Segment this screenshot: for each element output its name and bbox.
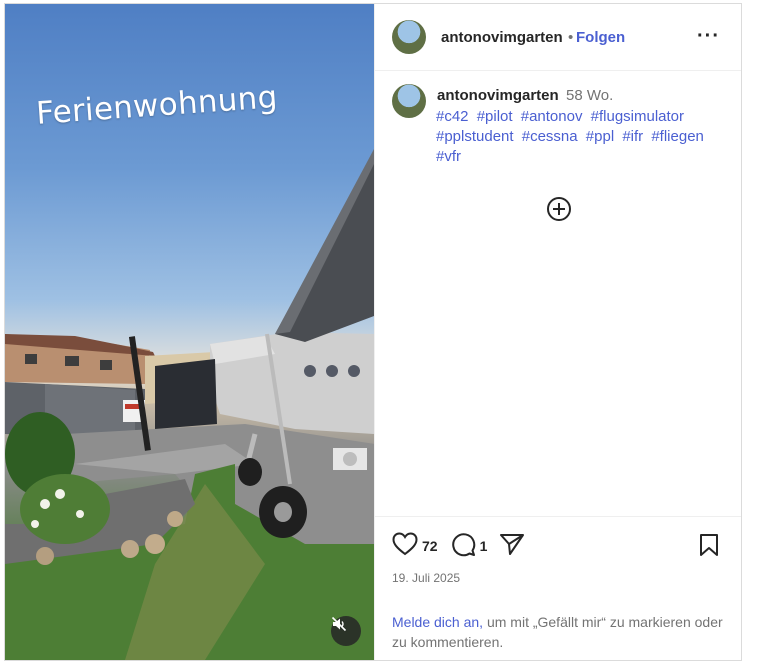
like-button[interactable] (392, 531, 418, 561)
more-options-button[interactable]: ··· (697, 25, 720, 48)
heart-icon (392, 531, 418, 555)
login-link[interactable]: Melde dich an, (392, 614, 483, 630)
action-bar: 72 1 (392, 531, 525, 562)
comment-bubble-icon (451, 532, 475, 556)
post-side-panel: antonovimgarten • Folgen ··· antonovimga… (374, 4, 741, 660)
speaker-muted-icon (331, 616, 347, 632)
bookmark-icon (700, 534, 718, 556)
mute-toggle-button[interactable] (331, 616, 361, 646)
hashtag-link[interactable]: #fliegen (651, 128, 704, 145)
hashtag-link[interactable]: #c42 (436, 108, 469, 125)
share-button[interactable] (499, 532, 525, 561)
caption-time-ago[interactable]: 58 Wo. (566, 87, 613, 104)
post-media[interactable]: Ferienwohnung (5, 4, 374, 660)
comment-count[interactable]: 1 (480, 538, 488, 554)
hashtag-link[interactable]: #pilot (477, 108, 513, 125)
hashtag-link[interactable]: #vfr (436, 148, 461, 165)
caption-username-link[interactable]: antonovimgarten (437, 87, 559, 104)
follow-button[interactable]: Folgen (576, 29, 625, 46)
post-footer: 72 1 19. Juli 2025 Melde dich an, um mit… (375, 516, 741, 660)
post-date[interactable]: 19. Juli 2025 (392, 571, 460, 585)
hashtag-link[interactable]: #pplstudent (436, 128, 514, 145)
post-frame: Ferienwohnung antonovimgarten • Folgen ·… (4, 3, 742, 661)
post-header: antonovimgarten • Folgen ··· (375, 4, 741, 71)
avatar[interactable] (392, 20, 426, 54)
login-prompt: Melde dich an, um mit „Gefällt mir“ zu m… (392, 612, 732, 652)
load-more-comments-button[interactable] (546, 196, 572, 227)
hashtag-list: #c42 #pilot #antonov #flugsimulator #ppl… (436, 107, 736, 167)
hashtag-link[interactable]: #ppl (586, 128, 614, 145)
plus-circle-icon (547, 197, 571, 221)
hashtag-link[interactable]: #ifr (622, 128, 643, 145)
comment-button[interactable] (450, 531, 476, 562)
header-username-link[interactable]: antonovimgarten (441, 29, 563, 46)
like-count[interactable]: 72 (422, 538, 438, 554)
hashtag-link[interactable]: #antonov (521, 108, 583, 125)
hashtag-link[interactable]: #cessna (522, 128, 578, 145)
save-button[interactable] (698, 533, 720, 562)
paper-plane-icon (500, 533, 525, 555)
hashtag-link[interactable]: #flugsimulator (591, 108, 684, 125)
header-separator: • (568, 29, 574, 46)
caption-avatar[interactable] (392, 84, 426, 118)
